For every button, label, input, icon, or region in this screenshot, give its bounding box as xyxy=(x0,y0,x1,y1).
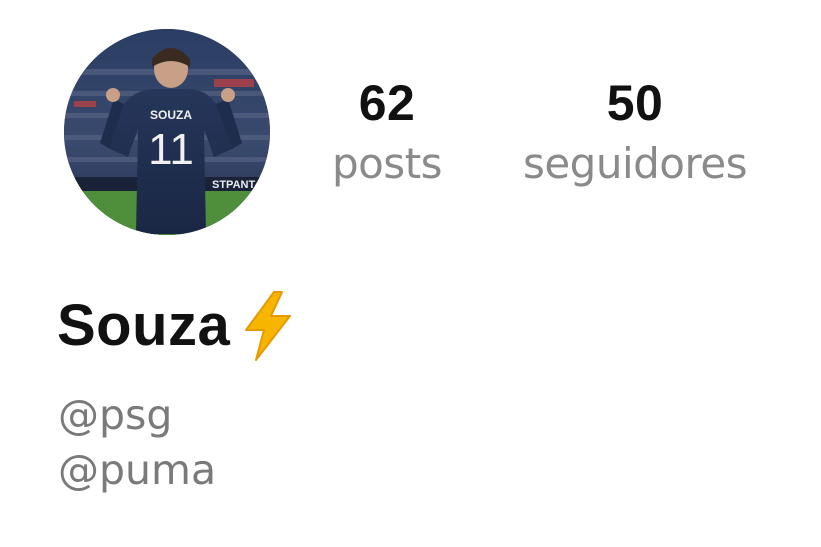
avatar[interactable]: STPANT SOUZA 11 xyxy=(64,29,270,235)
lightning-bolt-icon xyxy=(238,290,298,362)
display-name: Souza xyxy=(57,290,298,362)
posts-label: posts xyxy=(331,139,443,188)
bio-line[interactable]: @psg xyxy=(58,388,216,443)
display-name-text: Souza xyxy=(57,293,231,358)
profile-photo-jersey-icon: STPANT SOUZA 11 xyxy=(64,29,270,235)
followers-stat[interactable]: 50 seguidores xyxy=(500,72,770,190)
bio: @psg @puma xyxy=(58,388,216,498)
followers-count: 50 xyxy=(606,75,664,131)
bio-line[interactable]: @puma xyxy=(58,443,216,498)
svg-text:STPANT: STPANT xyxy=(212,179,255,191)
jersey-number: 11 xyxy=(148,125,194,174)
followers-label: seguidores xyxy=(522,139,748,188)
jersey-name: SOUZA xyxy=(150,108,192,122)
posts-stat[interactable]: 62 posts xyxy=(312,72,462,190)
posts-count: 62 xyxy=(358,75,416,131)
profile-page: STPANT SOUZA 11 62 posts 50 seguidores S… xyxy=(0,0,821,547)
